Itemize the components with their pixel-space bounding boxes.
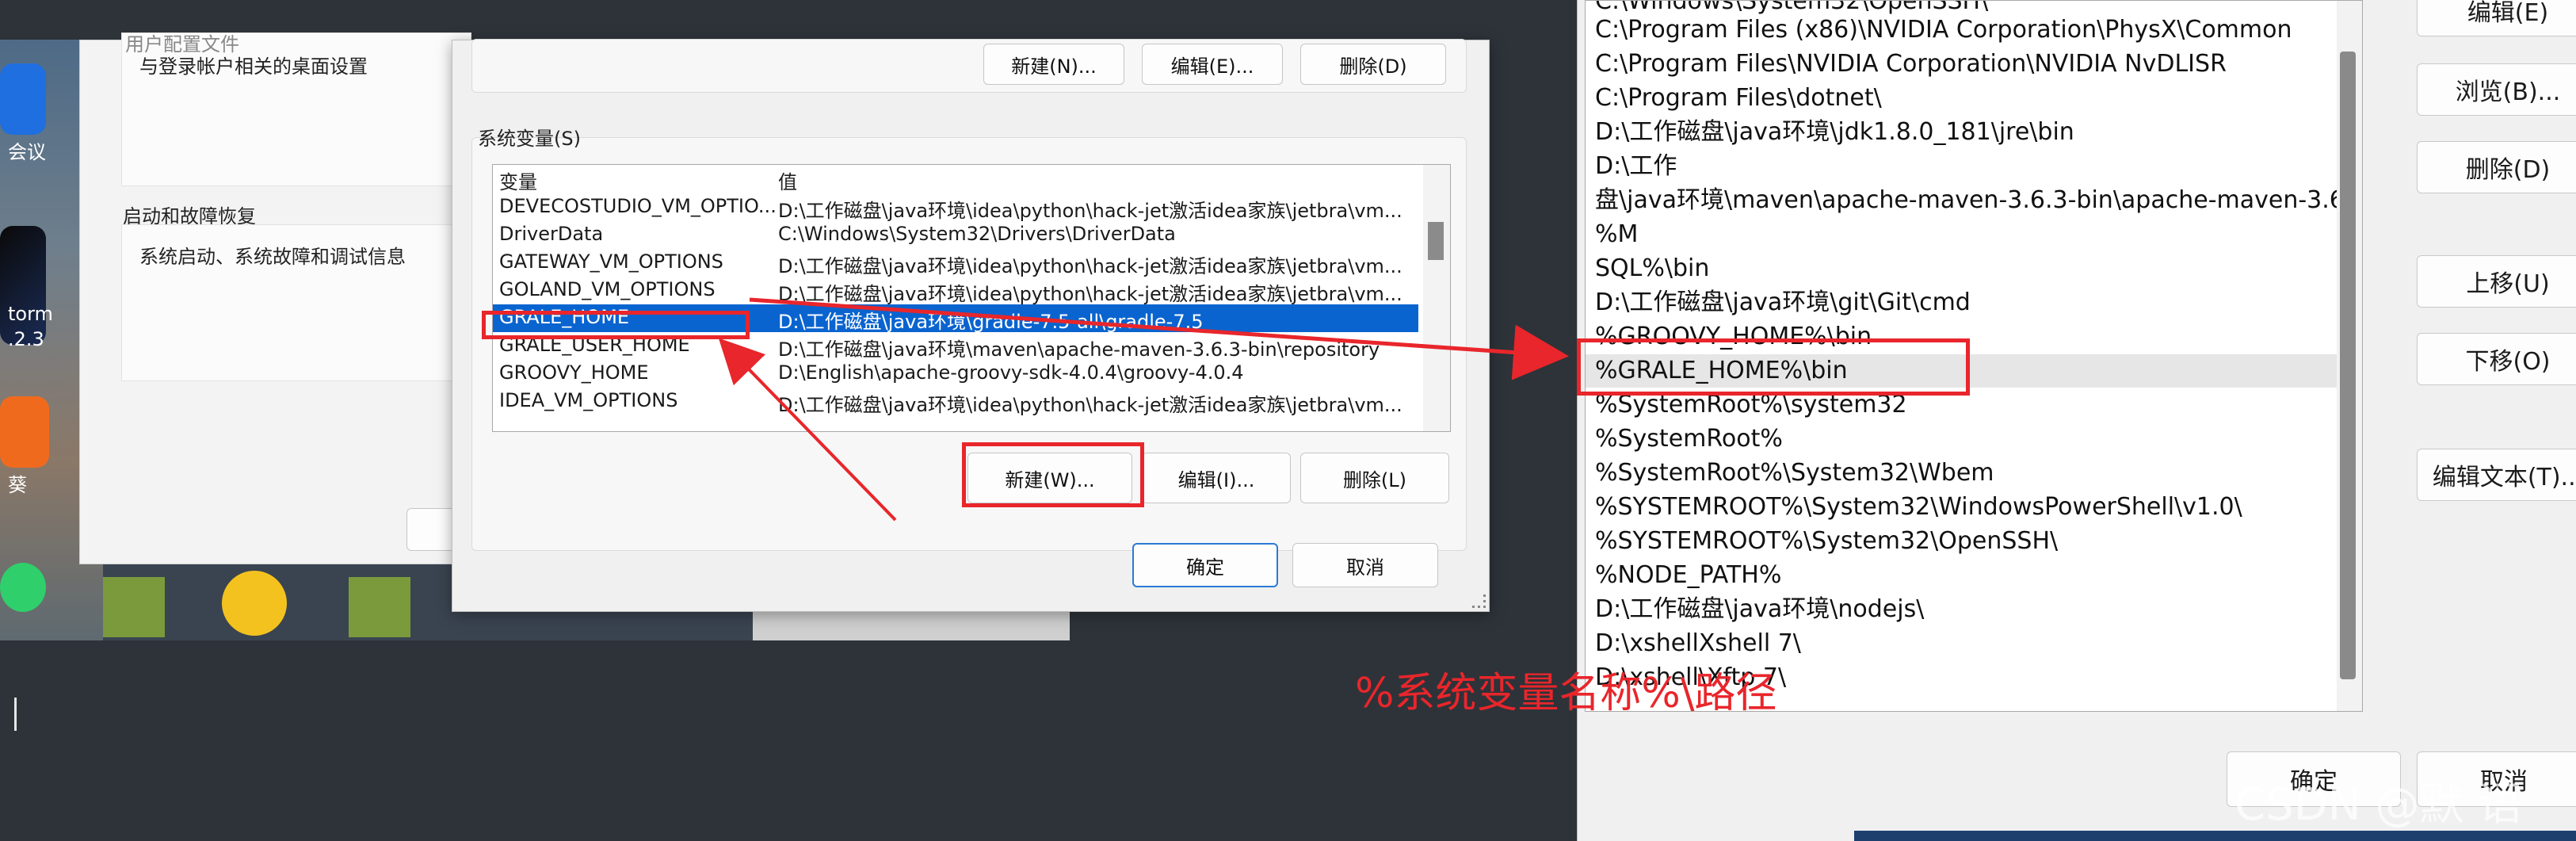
- text-cursor: [14, 698, 17, 731]
- annotation-arrows: [718, 297, 1569, 522]
- watermark: CSDN @默 语: [2234, 779, 2523, 831]
- annotation-note: %系统变量名称%\路径: [1355, 670, 1777, 717]
- arrow-to-path-entry: [749, 297, 1569, 380]
- arrow-to-variable-row: [718, 338, 897, 522]
